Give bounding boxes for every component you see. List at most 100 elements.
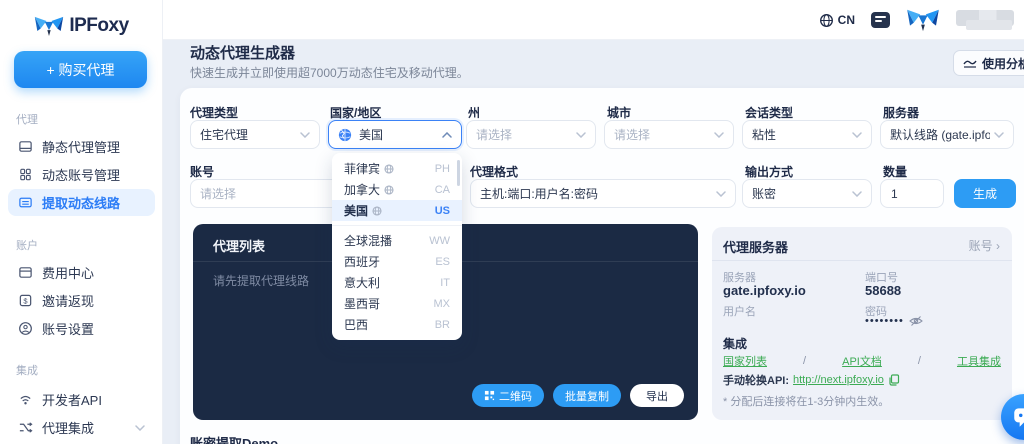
sidebar-item-extract-line[interactable]: 提取动态线路 [8, 189, 155, 216]
country-option-it[interactable]: 意大利 IT [332, 272, 462, 293]
country-option-es[interactable]: 西班牙 ES [332, 251, 462, 272]
password-masked: •••••••• [865, 315, 923, 327]
proxy-format-value: 主机:端口:用户名:密码 [480, 187, 599, 201]
server-value: 默认线路 (gate.ipfox... [890, 128, 990, 142]
country-option-code: ES [435, 255, 450, 268]
copy-icon[interactable] [888, 374, 900, 386]
server-select[interactable]: 默认线路 (gate.ipfox... [880, 120, 1014, 149]
sidebar-item-label: 动态账号管理 [42, 168, 121, 183]
proxy-format-label: 代理格式 [470, 165, 519, 179]
country-option-name: 菲律宾 [344, 162, 381, 176]
batch-copy-button[interactable]: 批量复制 [553, 384, 621, 407]
username-field-label: 用户名 [723, 306, 756, 318]
account-settings-icon [18, 321, 33, 336]
country-list-link[interactable]: 国家列表 [723, 353, 767, 369]
sidebar-item-referral[interactable]: 邀请返现 [8, 287, 155, 314]
country-option-code: MX [433, 297, 451, 310]
proxy-format-select[interactable]: 主机:端口:用户名:密码 [470, 179, 736, 208]
app-root: CN IPFoxy + 购买代理 代理 静态代理管理 动态账号管理 提取动态线路… [0, 0, 1024, 444]
referral-icon [18, 293, 33, 308]
quantity-input[interactable]: 1 [880, 179, 944, 208]
country-select[interactable]: 美国 [328, 120, 462, 149]
export-button[interactable]: 导出 [630, 384, 684, 407]
account-link[interactable]: 账号 › [969, 237, 1000, 254]
country-option-code: IT [440, 276, 450, 289]
session-type-label: 会话类型 [745, 106, 794, 120]
server-label: 服务器 [883, 106, 920, 120]
country-option-code: WW [429, 234, 450, 247]
proxy-type-value: 住宅代理 [200, 128, 249, 142]
user-avatar[interactable] [906, 7, 940, 33]
quantity-label: 数量 [883, 165, 908, 179]
usage-analytics-button[interactable]: 使用分析 [953, 50, 1024, 76]
country-option-br[interactable]: 巴西 BR [332, 314, 462, 335]
usage-analytics-label: 使用分析 [982, 56, 1024, 71]
tools-integration-link[interactable]: 工具集成 [957, 353, 1001, 369]
sidebar-item-developer-api[interactable]: 开发者API [8, 386, 155, 413]
rotate-api-url-link[interactable]: http://next.ipfoxy.io [793, 374, 884, 386]
qr-code-button[interactable]: 二维码 [472, 384, 544, 407]
country-option-ww[interactable]: 全球混播 WW [332, 230, 462, 251]
language-selector[interactable]: CN [819, 13, 855, 28]
state-select[interactable]: 请选择 [466, 120, 596, 149]
country-option-mx[interactable]: 墨西哥 MX [332, 293, 462, 314]
proxy-list-title: 代理列表 [213, 239, 266, 254]
language-label: CN [837, 13, 855, 27]
chart-wave-icon [963, 58, 977, 68]
divider [712, 260, 1012, 261]
proxy-type-select[interactable]: 住宅代理 [190, 120, 320, 149]
country-dropdown: 菲律宾 PH 加拿大 CA 美国 US 全球混播 WW 西班牙 ES 意大利 I… [332, 153, 462, 340]
dropdown-divider [332, 225, 462, 226]
mini-globe-icon [384, 185, 394, 195]
feedback-chat-icon[interactable] [871, 12, 890, 28]
username-redacted[interactable] [956, 10, 1014, 30]
state-label: 州 [468, 106, 481, 120]
sidebar-section-integration: 集成 [16, 365, 38, 377]
chevron-down-icon [852, 132, 862, 138]
country-option-ca[interactable]: 加拿大 CA [332, 179, 462, 200]
server-field-value: gate.ipfoxy.io [723, 283, 806, 298]
buy-proxy-button[interactable]: + 购买代理 [14, 51, 147, 88]
brand-logo[interactable]: IPFoxy [0, 14, 163, 38]
sidebar-item-proxy-integration[interactable]: 代理集成 [8, 414, 155, 441]
sidebar-item-account-settings[interactable]: 账号设置 [8, 315, 155, 342]
dropdown-scrollbar[interactable] [457, 160, 460, 186]
globe-icon [819, 13, 834, 28]
country-option-name: 西班牙 [344, 255, 381, 269]
country-option-name: 全球混播 [344, 234, 393, 248]
proxy-integration-icon [18, 420, 33, 435]
country-label: 国家/地区 [330, 106, 382, 120]
country-globe-icon [338, 128, 352, 142]
city-value: 请选择 [614, 128, 651, 142]
chevron-down-icon [300, 132, 310, 138]
rotate-api-label: 手动轮换API: [723, 375, 789, 387]
city-select[interactable]: 请选择 [604, 120, 734, 149]
api-doc-link[interactable]: API文档 [842, 353, 882, 369]
sidebar-item-dynamic-account[interactable]: 动态账号管理 [8, 161, 155, 188]
extract-line-icon [18, 195, 33, 210]
qr-code-label: 二维码 [499, 390, 532, 403]
static-proxy-icon [18, 139, 33, 154]
country-option-us[interactable]: 美国 US [332, 200, 462, 221]
sidebar-item-label: 账号设置 [42, 322, 95, 337]
country-option-name: 巴西 [344, 318, 369, 332]
divider-slash: / [917, 355, 921, 367]
mini-globe-icon [372, 206, 382, 216]
country-option-ph[interactable]: 菲律宾 PH [332, 158, 462, 179]
output-mode-select[interactable]: 账密 [742, 179, 872, 208]
sidebar-section-proxy: 代理 [16, 114, 38, 126]
sidebar-item-billing[interactable]: 费用中心 [8, 259, 155, 286]
country-option-code: BR [434, 318, 450, 331]
sidebar-item-static-proxy[interactable]: 静态代理管理 [8, 133, 155, 160]
chevron-down-icon [852, 191, 862, 197]
eye-off-icon[interactable] [909, 315, 923, 327]
qr-icon [484, 390, 495, 401]
password-dots: •••••••• [865, 315, 904, 327]
session-type-select[interactable]: 粘性 [742, 120, 872, 149]
top-header: CN [163, 0, 1024, 40]
sidebar-item-label: 静态代理管理 [42, 140, 121, 155]
proxy-type-label: 代理类型 [190, 106, 239, 120]
generate-button[interactable]: 生成 [954, 179, 1016, 208]
country-value: 美国 [359, 128, 384, 142]
integration-section-label: 集成 [723, 337, 748, 351]
